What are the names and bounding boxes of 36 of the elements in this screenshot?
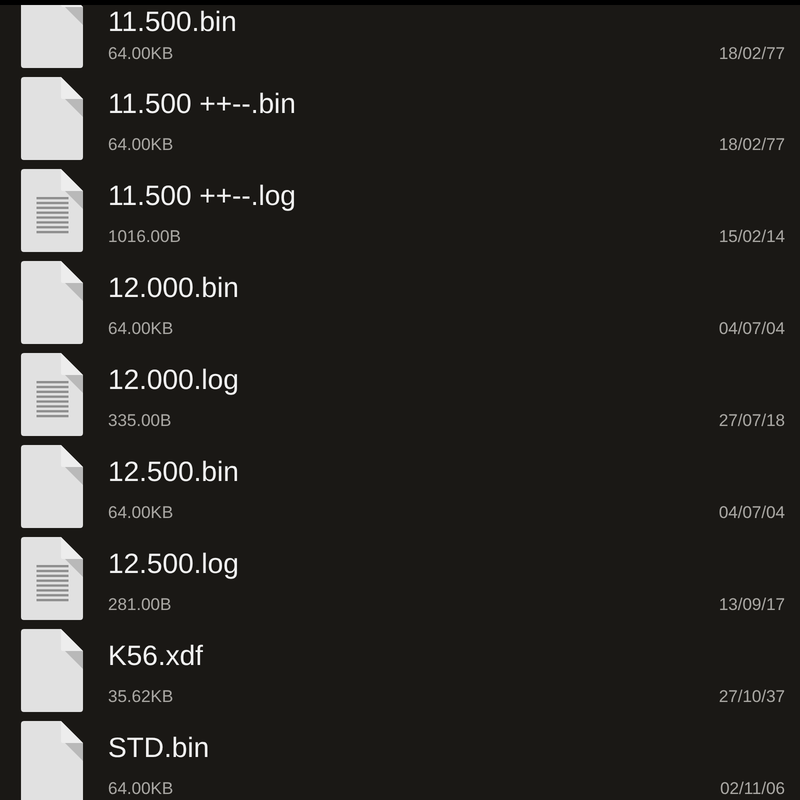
file-size: 335.00B xyxy=(108,412,172,430)
file-icon xyxy=(21,629,83,712)
file-date: 04/07/04 xyxy=(718,320,785,338)
file-name: 12.500.bin xyxy=(108,455,239,489)
file-name: 11.500 ++--.bin xyxy=(108,87,296,121)
file-size: 64.00KB xyxy=(108,504,174,522)
text-file-icon xyxy=(21,169,83,252)
file-icon xyxy=(21,445,83,528)
file-name: 11.500 ++--.log xyxy=(108,179,296,213)
file-icon xyxy=(21,5,83,68)
file-icon xyxy=(21,721,83,800)
file-date: 18/02/77 xyxy=(718,45,785,63)
file-date: 02/11/06 xyxy=(720,780,785,798)
file-size: 35.62KB xyxy=(108,688,174,706)
file-size: 64.00KB xyxy=(108,780,174,798)
file-date: 18/02/77 xyxy=(718,136,785,154)
file-name: 12.000.bin xyxy=(108,271,239,305)
file-date: 04/07/04 xyxy=(718,504,785,522)
file-date: 13/09/17 xyxy=(718,596,785,614)
file-icon xyxy=(21,261,83,344)
file-size: 1016.00B xyxy=(108,228,181,246)
file-icon xyxy=(21,77,83,160)
file-size: 64.00KB xyxy=(108,320,174,338)
file-date: 27/07/18 xyxy=(718,412,785,430)
file-size: 64.00KB xyxy=(108,45,174,63)
file-name: 12.500.log xyxy=(108,547,239,581)
file-name: 12.000.log xyxy=(108,363,239,397)
text-file-icon xyxy=(21,537,83,620)
file-size: 281.00B xyxy=(108,596,172,614)
file-name: 11.500.bin xyxy=(108,5,237,39)
text-file-icon xyxy=(21,353,83,436)
file-name: STD.bin xyxy=(108,731,210,765)
file-date: 27/10/37 xyxy=(718,688,785,706)
file-size: 64.00KB xyxy=(108,136,174,154)
file-name: K56.xdf xyxy=(108,639,203,673)
file-date: 15/02/14 xyxy=(718,228,785,246)
